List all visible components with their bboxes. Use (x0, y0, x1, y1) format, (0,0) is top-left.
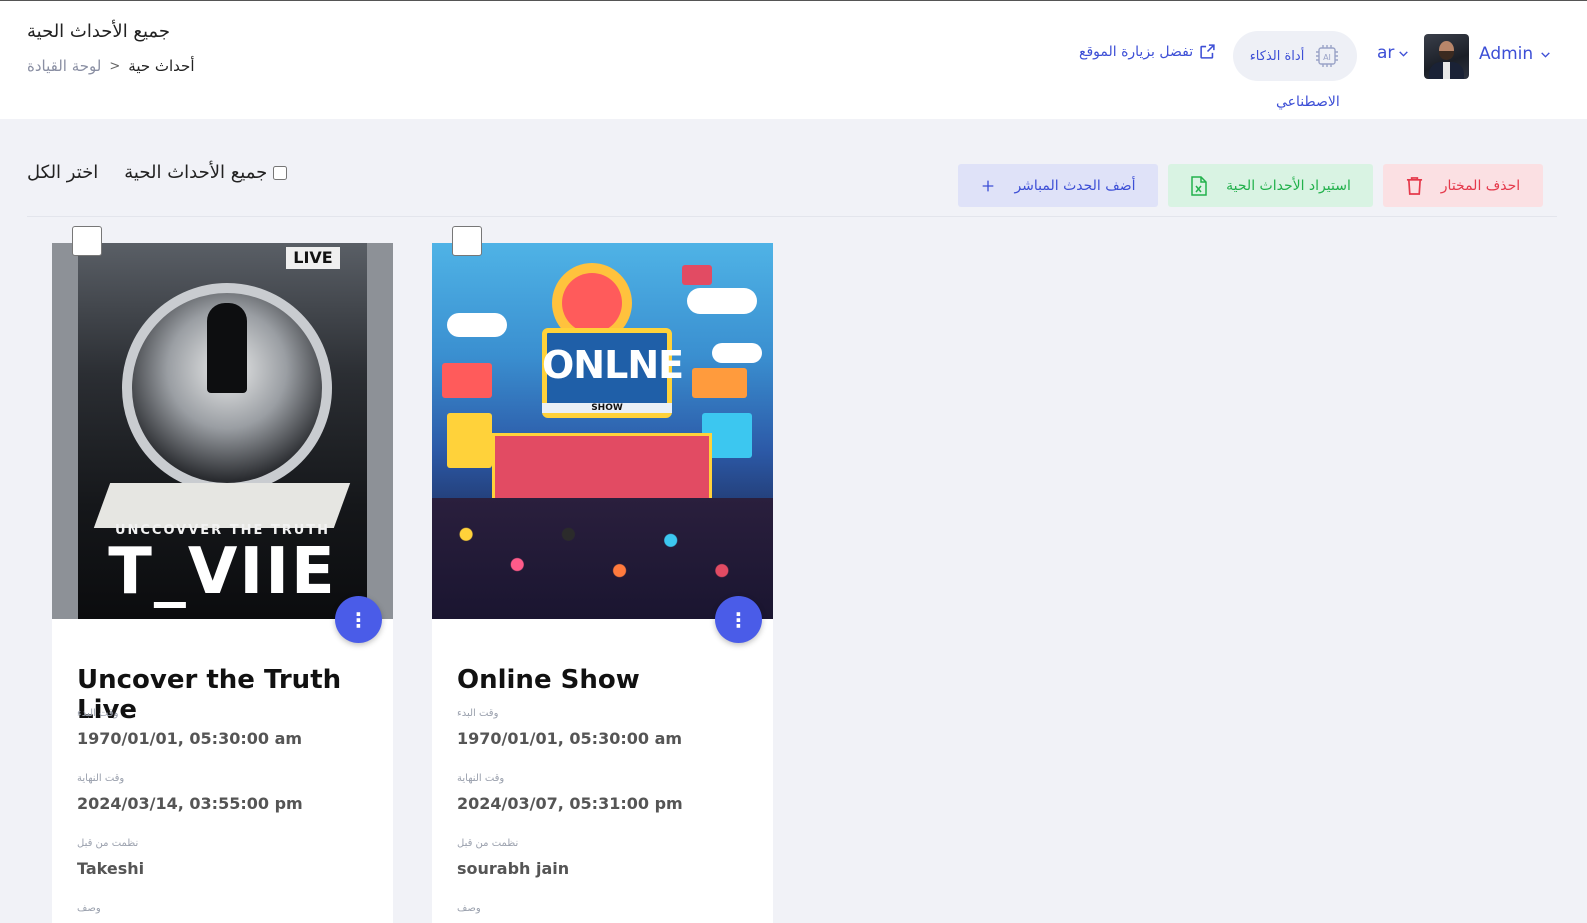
description-label: وصف (77, 903, 101, 914)
ai-tool-label-line2: الاصطناعي (1276, 94, 1340, 110)
breadcrumb-current: أحداث حية (128, 57, 195, 75)
organizer-value: sourabh jain (457, 859, 570, 878)
user-menu[interactable]: Admin (1479, 44, 1552, 64)
event-poster-image: LIVE UNCCOVVER THE TRUTH T_VIIE (52, 243, 393, 619)
toolbar-divider (27, 216, 1557, 217)
all-events-checkbox[interactable] (273, 165, 288, 180)
event-options-button[interactable]: ⋮ (335, 596, 382, 643)
event-poster-image: ONLNE SHOW (432, 243, 773, 619)
visit-site-label: تفضل بزيارة الموقع (1079, 43, 1194, 60)
breadcrumb-dashboard-link[interactable]: لوحة القيادة (27, 57, 101, 75)
event-select-checkbox[interactable] (452, 226, 482, 256)
ai-tool-label: أداة الذكاء (1249, 48, 1305, 64)
chevron-down-icon (1541, 51, 1550, 58)
event-card[interactable]: ONLNE SHOW ⋮ Online Show وقت البدء 1970/… (432, 226, 773, 923)
avatar[interactable] (1424, 34, 1469, 79)
language-selector[interactable]: ar (1377, 43, 1410, 63)
start-time-label: وقت البدء (77, 708, 119, 719)
breadcrumb: أحداث حية < لوحة القيادة (27, 57, 195, 75)
breadcrumb-separator: < (109, 58, 121, 74)
event-options-button[interactable]: ⋮ (715, 596, 762, 643)
end-time-value: 2024/03/14, 03:55:00 pm (77, 794, 303, 813)
selection-toolbar: جميع الأحداث الحية اختر الكل (27, 162, 288, 183)
event-title: Online Show (457, 665, 640, 695)
import-live-events-button[interactable]: استيراد الأحداث الحية (1168, 164, 1373, 207)
external-link-icon (1200, 44, 1215, 59)
language-label: ar (1377, 43, 1395, 63)
delete-selected-label: احذف المختار (1440, 177, 1521, 194)
start-time-label: وقت البدء (457, 708, 499, 719)
chevron-down-icon (1399, 50, 1409, 57)
organizer-label: نظمت من قبل (457, 838, 519, 849)
organizer-label: نظمت من قبل (77, 838, 139, 849)
vertical-dots-icon: ⋮ (348, 607, 369, 632)
plus-icon (983, 180, 994, 191)
visit-site-link[interactable]: تفضل بزيارة الموقع (1079, 43, 1216, 60)
ai-chip-text: AI (1323, 53, 1331, 62)
end-time-value: 2024/03/07, 05:31:00 pm (457, 794, 683, 813)
start-time-value: 1970/01/01, 05:30:00 am (77, 729, 303, 748)
add-live-event-label: أضف الحدث المباشر (1014, 177, 1136, 194)
delete-selected-button[interactable]: احذف المختار (1383, 164, 1543, 207)
import-live-events-label: استيراد الأحداث الحية (1226, 177, 1351, 194)
description-label: وصف (457, 903, 481, 914)
ai-tool-button[interactable]: أداة الذكاء AI (1233, 31, 1357, 81)
ai-chip-icon: AI (1316, 45, 1339, 67)
event-title: Uncover the Truth Live (77, 665, 342, 725)
vertical-dots-icon: ⋮ (728, 607, 749, 632)
page-title: جميع الأحداث الحية (27, 21, 170, 42)
end-time-label: وقت النهاية (457, 773, 505, 784)
end-time-label: وقت النهاية (77, 773, 125, 784)
organizer-value: Takeshi (77, 859, 145, 878)
top-header: جميع الأحداث الحية أحداث حية < لوحة القي… (0, 0, 1587, 119)
all-events-label: جميع الأحداث الحية (124, 162, 268, 183)
event-card[interactable]: LIVE UNCCOVVER THE TRUTH T_VIIE ⋮ Uncove… (52, 226, 393, 923)
all-events-filter[interactable]: جميع الأحداث الحية (124, 162, 288, 183)
add-live-event-button[interactable]: أضف الحدث المباشر (958, 164, 1158, 207)
excel-file-icon (1191, 175, 1207, 196)
start-time-value: 1970/01/01, 05:30:00 am (457, 729, 683, 748)
select-all-label[interactable]: اختر الكل (27, 162, 98, 183)
event-select-checkbox[interactable] (72, 226, 102, 256)
trash-icon (1406, 177, 1422, 195)
user-name: Admin (1479, 44, 1534, 64)
